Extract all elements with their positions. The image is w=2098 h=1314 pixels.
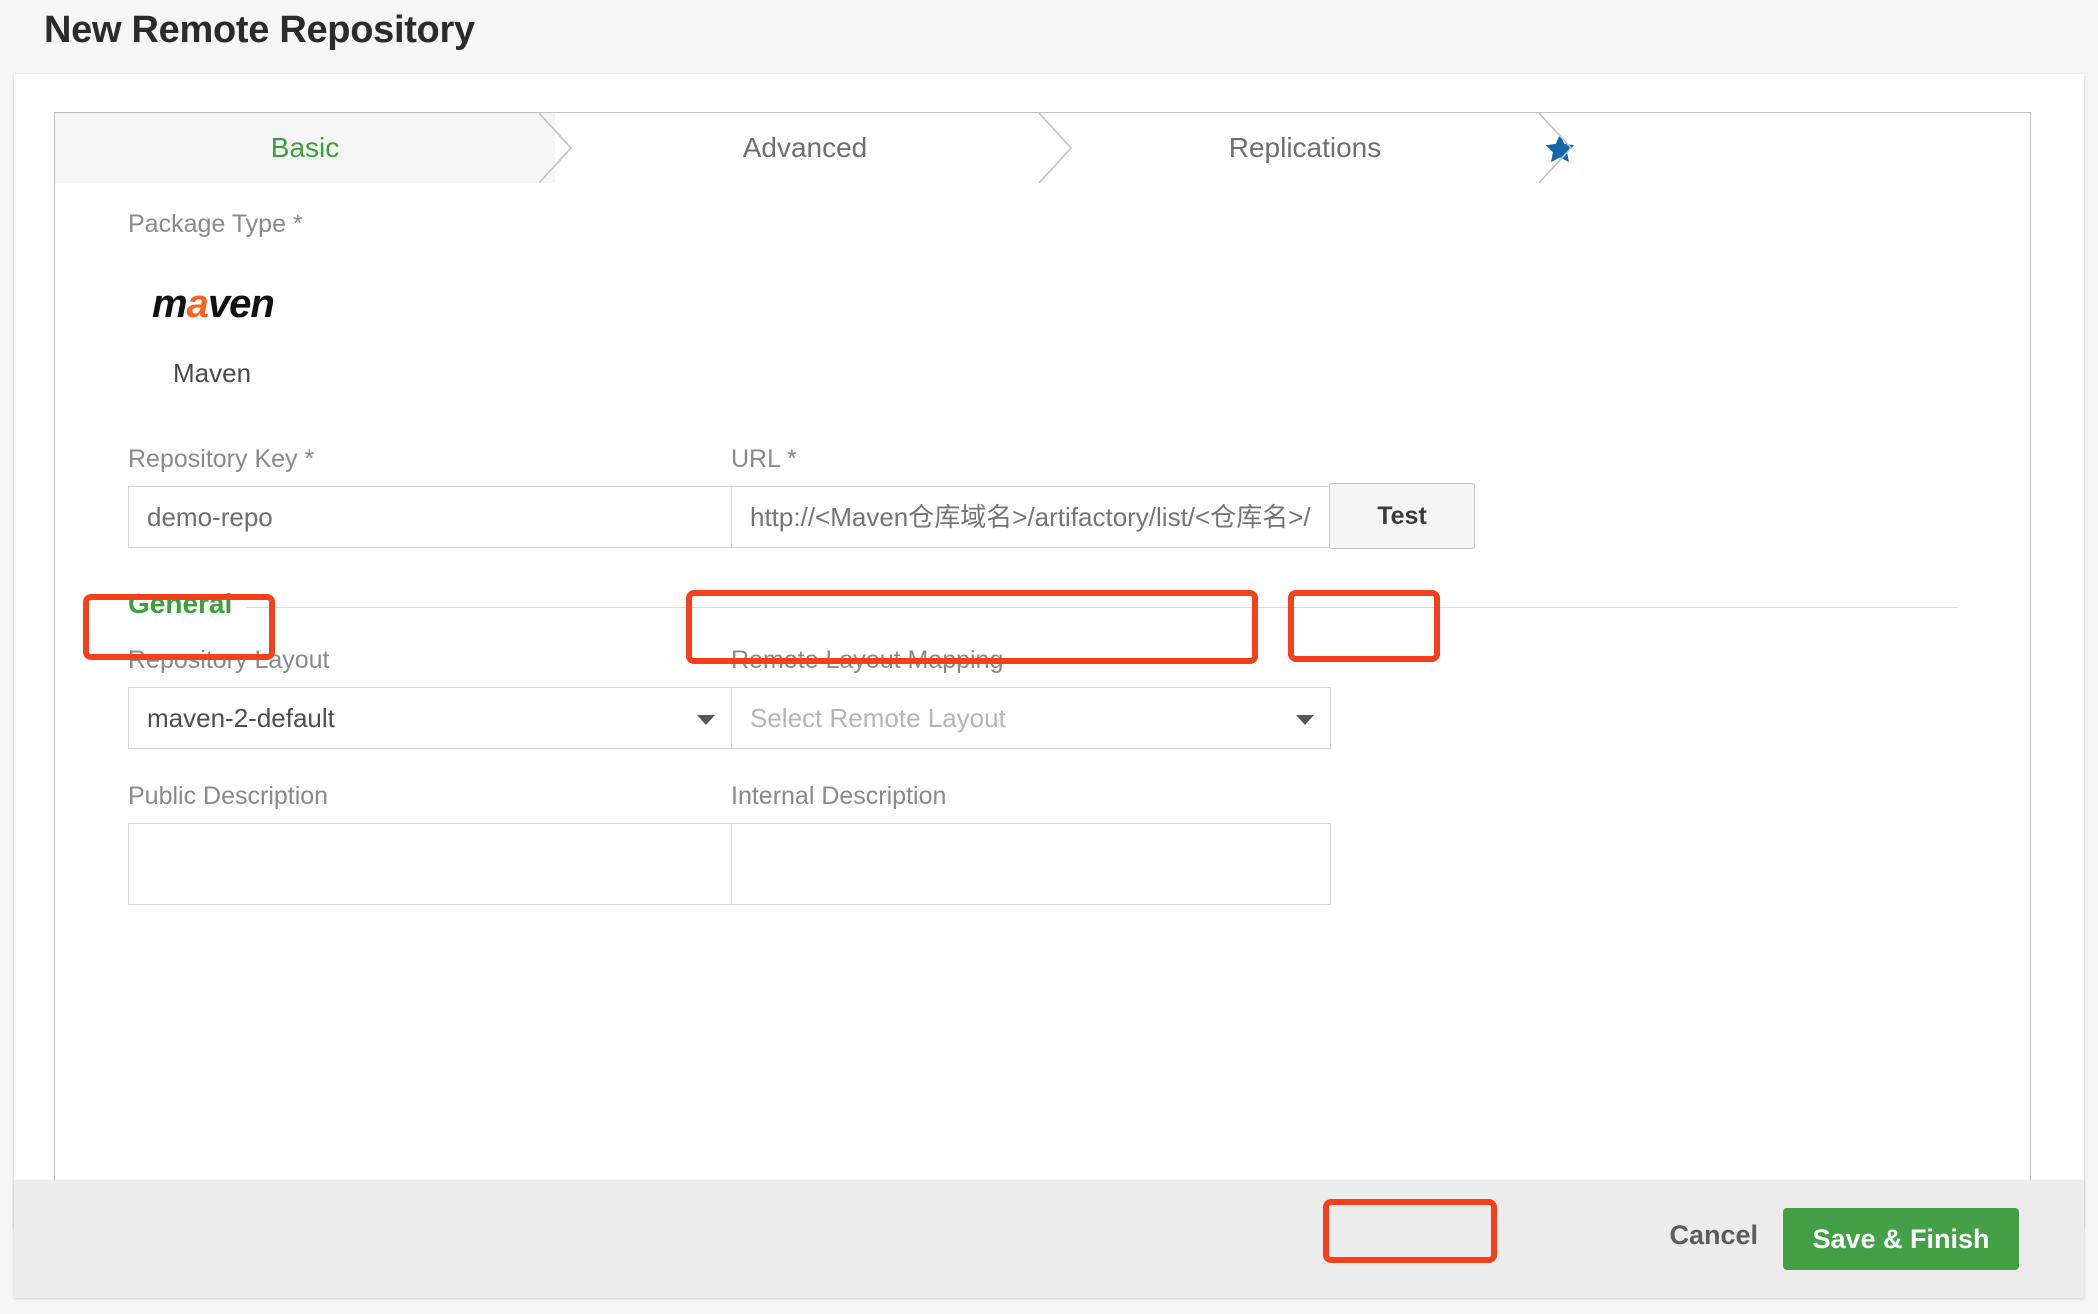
repository-key-input[interactable] — [128, 486, 732, 548]
basic-tab-panel: Package Type * maven Maven Repository Ke… — [54, 183, 2031, 1193]
page-title: New Remote Repository — [44, 9, 475, 51]
tab-basic-label: Basic — [270, 132, 340, 163]
internal-description-label: Internal Description — [731, 782, 947, 810]
chevron-down-icon-2 — [1296, 715, 1314, 725]
maven-logo-prefix: m — [152, 282, 188, 326]
tab-advanced-label: Advanced — [742, 132, 868, 163]
maven-logo-suffix: ven — [207, 282, 275, 326]
repository-layout-value: maven-2-default — [147, 703, 335, 733]
maven-logo-icon: maven — [152, 282, 275, 327]
package-type-label: Package Type * — [128, 210, 303, 238]
form-footer-bar: Cancel Save & Finish — [14, 1180, 2084, 1298]
tab-replications-label: Replications — [1228, 132, 1382, 163]
tab-advanced[interactable]: Advanced — [555, 113, 1055, 183]
public-description-label: Public Description — [128, 782, 329, 810]
chevron-down-icon — [697, 715, 715, 725]
tab-replications[interactable]: Replications — [1055, 113, 1555, 183]
remote-layout-mapping-select[interactable]: Select Remote Layout — [731, 687, 1331, 749]
public-description-textarea[interactable] — [128, 823, 732, 905]
url-label: URL * — [731, 445, 797, 473]
remote-layout-mapping-label: Remote Layout Mapping — [731, 646, 1004, 674]
repository-form-card: Basic Advanced Replications Package Type… — [14, 74, 2084, 1229]
remote-layout-mapping-value: Select Remote Layout — [750, 703, 1006, 733]
general-section-title: General — [128, 588, 247, 620]
url-input[interactable] — [731, 486, 1331, 548]
repository-key-label: Repository Key * — [128, 445, 315, 473]
package-type-name: Maven — [173, 358, 252, 388]
save-and-finish-button[interactable]: Save & Finish — [1783, 1208, 2019, 1270]
general-section-divider — [128, 607, 1958, 608]
tab-basic[interactable]: Basic — [55, 113, 555, 183]
repository-layout-label: Repository Layout — [128, 646, 330, 674]
test-button[interactable]: Test — [1329, 483, 1475, 549]
maven-logo-accent: a — [186, 282, 209, 326]
tab-strip: Basic Advanced Replications — [54, 112, 2031, 184]
repository-layout-select[interactable]: maven-2-default — [128, 687, 732, 749]
star-icon — [1543, 132, 1577, 166]
internal-description-textarea[interactable] — [731, 823, 1331, 905]
cancel-button[interactable]: Cancel — [1663, 1219, 1764, 1252]
